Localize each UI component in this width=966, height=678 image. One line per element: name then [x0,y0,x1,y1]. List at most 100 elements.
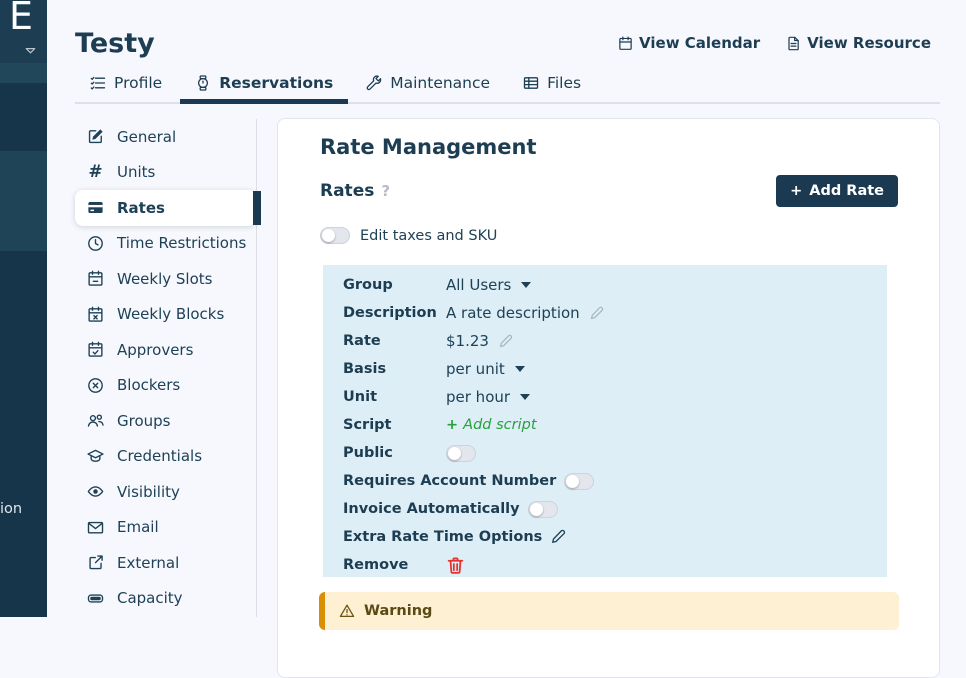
nav-item-weekly-blocks[interactable]: Weekly Blocks [75,297,256,333]
rate-row-unit: Unitper hour [343,383,887,411]
basis-select[interactable]: per unit [446,360,525,378]
nav-item-label: Credentials [117,447,202,465]
nav-item-label: Blockers [117,376,180,394]
tab-label: Profile [114,74,162,92]
group-select[interactable]: All Users [446,276,531,294]
rate-value: $1.23 [446,332,489,350]
calendar-x-icon [87,306,104,323]
chevron-down-icon[interactable] [23,43,38,58]
rate-row-script: Script+Add script [343,411,887,439]
sidebar-segment [0,83,47,151]
rates-section-header: Rates? + Add Rate [320,175,898,207]
edit-taxes-toggle[interactable] [320,227,350,244]
rate-row-control: A rate description [446,304,604,322]
rate-row-group: GroupAll Users [343,271,887,299]
nav-item-units[interactable]: #Units [75,155,256,191]
edit-taxes-label: Edit taxes and SKU [360,228,497,244]
pencil-icon[interactable] [550,529,566,545]
tab-profile[interactable]: Profile [75,68,177,102]
sidebar-segment [0,63,47,83]
nav-item-email[interactable]: Email [75,510,256,546]
tab-maintenance[interactable]: Maintenance [351,68,505,102]
nav-item-time-restrictions[interactable]: Time Restrictions [75,226,256,262]
rate-row-control [446,445,476,462]
rate-row-control [446,556,465,575]
rate-row-label: Requires Account Number [343,473,564,489]
nav-item-capacity[interactable]: Capacity [75,581,256,617]
nav-item-blockers[interactable]: Blockers [75,368,256,404]
add-script-label: Add script [463,417,536,433]
rate-row-label: Unit [343,389,446,405]
action-view-resource[interactable]: View Resource [786,34,931,52]
rate-row-remove: Remove [343,551,887,579]
unit-select[interactable]: per hour [446,388,530,406]
sidebar-segment [0,151,47,251]
header-actions: View Calendar View Resource [618,34,931,52]
tab-reservations[interactable]: Reservations [180,68,348,102]
section-title: Rates [320,181,374,201]
nav-item-label: Weekly Blocks [117,305,224,323]
envelope-icon [87,519,104,536]
rate-row-label: Description [343,305,446,321]
nav-item-general[interactable]: General [75,119,256,155]
nav-item-label: Capacity [117,589,183,607]
add-rate-label: Add Rate [809,183,884,199]
nav-item-label: External [117,554,179,572]
tab-files[interactable]: Files [508,68,596,102]
rate-row-control [564,473,594,490]
caret-down-icon [521,282,531,288]
action-view-calendar[interactable]: View Calendar [618,34,760,52]
caret-down-icon [515,366,525,372]
sidebar-logo[interactable]: E [9,0,33,38]
add-script-link[interactable]: +Add script [446,417,537,433]
capacity-icon [87,590,104,607]
rate-row-control [550,529,566,545]
nav-item-visibility[interactable]: Visibility [75,474,256,510]
nav-item-groups[interactable]: Groups [75,403,256,439]
sidebar-segment [0,251,47,617]
grid-icon [523,75,539,91]
nav-item-external[interactable]: External [75,545,256,581]
eye-icon [87,483,104,500]
clock-icon [87,235,104,252]
tab-label: Maintenance [390,74,490,92]
rate-row-label: Extra Rate Time Options [343,529,550,545]
add-rate-button[interactable]: + Add Rate [776,175,898,207]
rate-row-label: Basis [343,361,446,377]
nav-item-approvers[interactable]: Approvers [75,332,256,368]
rate-row-label: Public [343,445,446,461]
calendar-check-icon [87,341,104,358]
file-text-icon [786,36,801,51]
wrench-icon [366,75,382,91]
nav-item-rates[interactable]: Rates [75,190,256,226]
tab-bar: Profile Reservations Maintenance Files [75,68,940,104]
caret-down-icon [520,394,530,400]
select-value: per unit [446,360,505,378]
help-icon[interactable]: ? [381,182,390,200]
nav-item-label: Email [117,518,159,536]
nav-item-label: Approvers [117,341,193,359]
section-nav: General#UnitsRatesTime RestrictionsWeekl… [75,119,257,617]
rate-row-label: Rate [343,333,446,349]
sidebar-truncated-label: ion [0,501,22,517]
tab-label: Files [547,74,581,92]
public-toggle[interactable] [446,445,476,462]
nav-item-label: Groups [117,412,170,430]
rate-row-label: Script [343,417,446,433]
rate-row-description: DescriptionA rate description [343,299,887,327]
rate-management-card: Rate Management Rates? + Add Rate Edit t… [277,118,940,678]
pencil-icon[interactable] [498,334,513,349]
nav-item-weekly-slots[interactable]: Weekly Slots [75,261,256,297]
main-area: Testy View CalendarView Resource Profile… [47,0,966,617]
rate-row-label: Remove [343,557,446,573]
app-sidebar: E ion [0,0,47,617]
invoice-automatically-toggle[interactable] [528,501,558,518]
pencil-icon[interactable] [589,306,604,321]
requires-account-number-toggle[interactable] [564,473,594,490]
description-value: A rate description [446,304,580,322]
nav-item-label: Rates [117,199,165,217]
rate-row-control: per unit [446,360,525,378]
list-check-icon [90,75,106,91]
nav-item-credentials[interactable]: Credentials [75,439,256,475]
remove-rate-trash-icon[interactable] [446,556,465,575]
